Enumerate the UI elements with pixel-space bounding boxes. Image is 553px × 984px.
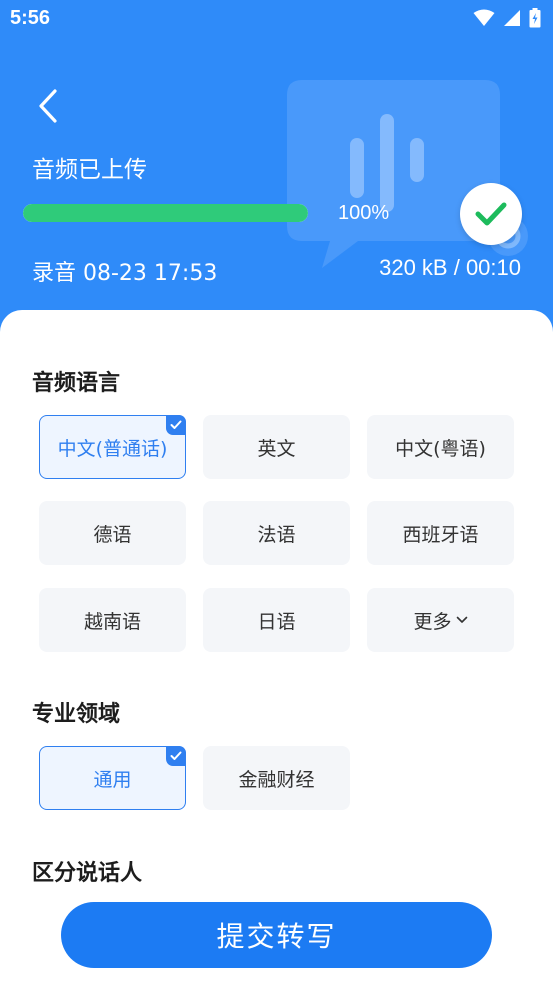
chip-label: 中文(普通话) (57, 437, 168, 460)
chevron-down-icon (456, 616, 467, 623)
speaker-separation-title: 区分说话人 (32, 861, 143, 886)
chip-label: 通用 (93, 768, 132, 791)
chip-label: 西班牙语 (402, 523, 479, 546)
chip-label: 英文 (257, 437, 296, 460)
header: 5:56 音频已上传 100% 录音 08-23 17:53 320 kB / … (0, 0, 553, 340)
audio-bubble-illustration (287, 80, 528, 268)
recording-name: 录音 08-23 17:53 (32, 261, 218, 286)
domain-option-finance[interactable]: 金融财经 (203, 746, 350, 810)
status-time: 5:56 (10, 7, 51, 29)
selected-check-icon (166, 746, 186, 766)
submit-transcription-button[interactable]: 提交转写 (61, 902, 492, 968)
upload-complete-badge (460, 183, 522, 245)
upload-progress-fill (23, 204, 308, 222)
selected-check-icon (166, 415, 186, 435)
language-option-english[interactable]: 英文 (203, 415, 350, 479)
chip-label: 德语 (93, 523, 132, 546)
language-option-japanese[interactable]: 日语 (203, 588, 350, 652)
back-button[interactable] (28, 84, 68, 128)
more-label-group: 更多 (413, 607, 467, 634)
language-option-french[interactable]: 法语 (203, 501, 350, 565)
chip-label: 法语 (257, 523, 296, 546)
check-icon (475, 202, 507, 226)
language-option-german[interactable]: 德语 (39, 501, 186, 565)
progress-percent: 100% (338, 202, 390, 224)
audio-language-title: 音频语言 (32, 371, 121, 396)
language-option-vietnamese[interactable]: 越南语 (39, 588, 186, 652)
submit-label: 提交转写 (216, 920, 337, 953)
domain-option-general[interactable]: 通用 (39, 746, 186, 810)
language-option-spanish[interactable]: 西班牙语 (367, 501, 514, 565)
language-option-mandarin[interactable]: 中文(普通话) (39, 415, 186, 479)
chip-label: 日语 (257, 610, 296, 633)
upload-status-title: 音频已上传 (32, 157, 147, 183)
chip-label: 越南语 (83, 610, 141, 633)
chip-label: 更多 (413, 610, 452, 633)
chevron-left-icon (39, 89, 57, 123)
wifi-icon (473, 9, 495, 27)
signal-icon (503, 9, 521, 27)
screen: 5:56 音频已上传 100% 录音 08-23 17:53 320 kB / … (0, 0, 553, 984)
status-icons (473, 8, 541, 28)
settings-sheet: 音频语言 中文(普通话) 英文 中文(粤语) 德语 法语 西班牙语 越南语 日语 (0, 310, 553, 984)
status-bar: 5:56 (0, 0, 553, 36)
chip-label: 金融财经 (238, 768, 315, 791)
chip-label: 中文(粤语) (395, 437, 486, 460)
battery-icon (529, 8, 541, 28)
file-size-duration: 320 kB / 00:10 (379, 255, 521, 280)
domain-title: 专业领域 (32, 702, 121, 727)
language-more-button[interactable]: 更多 (367, 588, 514, 652)
upload-progress-bar (23, 204, 308, 222)
language-option-cantonese[interactable]: 中文(粤语) (367, 415, 514, 479)
